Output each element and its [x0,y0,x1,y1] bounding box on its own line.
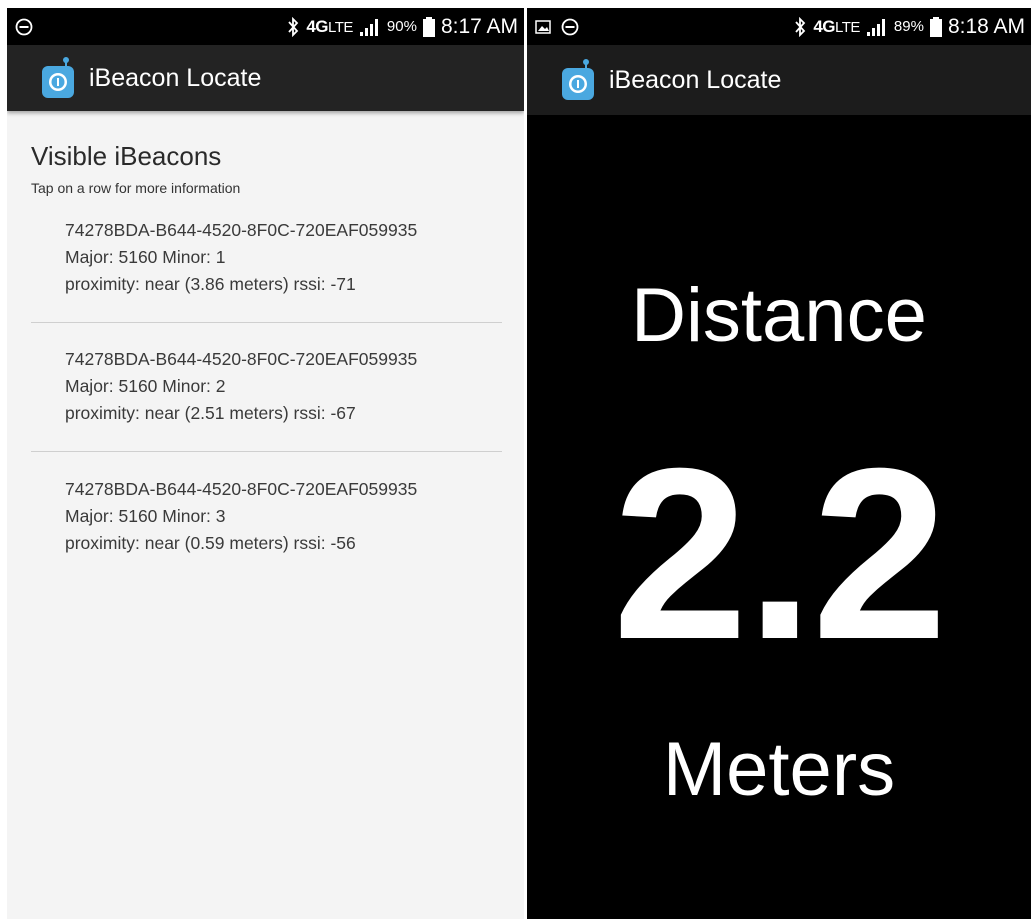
status-bar: 4GLTE 90% 8:17 AM [7,8,524,45]
battery-icon [929,16,942,37]
gallery-icon [535,19,551,34]
network-type: 4GLTE [306,16,353,36]
page-title: Visible iBeacons [31,141,222,171]
beacon-major-minor: Major: 5160 Minor: 3 [65,506,226,526]
row-divider [31,451,502,452]
signal-icon [866,18,885,36]
signal-icon [359,18,378,36]
battery-icon [422,16,435,37]
distance-label: Distance [631,273,927,358]
beacon-proximity: proximity: near (3.86 meters) rssi: -71 [65,274,356,294]
do-not-disturb-icon [15,18,33,35]
app-title: iBeacon Locate [609,65,782,94]
app-icon[interactable] [560,58,596,102]
beacon-list: Visible iBeacons Tap on a row for more i… [7,111,524,919]
distance-unit: Meters [662,727,896,812]
list-screen: 4GLTE 90% 8:17 AM iBeacon Locate Visible… [7,8,524,919]
do-not-disturb-icon [561,18,579,35]
app-bar: iBeacon Locate [527,45,1031,115]
app-title: iBeacon Locate [89,63,262,92]
network-type: 4GLTE [813,16,860,36]
beacon-proximity: proximity: near (2.51 meters) rssi: -67 [65,403,356,423]
row-divider [31,322,502,323]
distance-screen: 4GLTE 89% 8:18 AM iBeacon Locate Distanc… [527,8,1031,919]
beacon-major-minor: Major: 5160 Minor: 1 [65,247,226,267]
distance-value: 2.2 [612,417,947,690]
status-bar: 4GLTE 89% 8:18 AM [527,8,1031,45]
bluetooth-icon [795,16,806,37]
bluetooth-icon [288,16,299,37]
beacon-uuid: 74278BDA-B644-4520-8F0C-720EAF059935 [65,220,418,240]
status-time: 8:18 AM [947,14,1025,38]
beacon-major-minor: Major: 5160 Minor: 2 [65,376,226,396]
beacon-row[interactable]: 74278BDA-B644-4520-8F0C-720EAF059935 Maj… [31,217,501,298]
beacon-uuid: 74278BDA-B644-4520-8F0C-720EAF059935 [65,349,418,369]
status-time: 8:17 AM [440,14,518,38]
beacon-row[interactable]: 74278BDA-B644-4520-8F0C-720EAF059935 Maj… [31,476,501,557]
battery-percent: 90% [386,18,417,35]
beacon-uuid: 74278BDA-B644-4520-8F0C-720EAF059935 [65,479,418,499]
app-bar: iBeacon Locate [7,45,524,111]
beacon-proximity: proximity: near (0.59 meters) rssi: -56 [65,533,356,553]
beacon-row[interactable]: 74278BDA-B644-4520-8F0C-720EAF059935 Maj… [31,346,501,427]
app-icon[interactable] [40,56,76,100]
battery-percent: 89% [893,18,924,35]
page-subtitle: Tap on a row for more information [31,180,241,196]
